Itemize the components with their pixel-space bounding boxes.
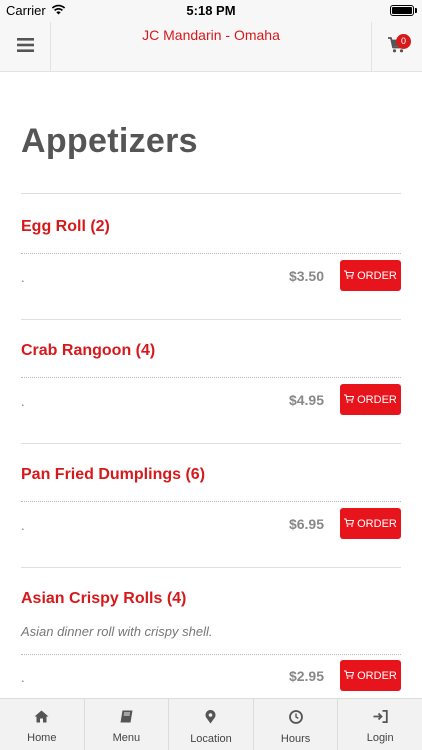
cart-plus-icon [344,394,355,406]
cart-plus-icon [344,670,355,682]
battery-icon [390,5,414,16]
item-divider [21,443,401,444]
item-price: $3.50 [288,268,324,284]
battery-tip [415,8,417,13]
item-divider [21,319,401,320]
order-button-label: ORDER [357,517,397,530]
item-dot: . [21,394,25,409]
tab-hours[interactable]: Hours [254,699,339,750]
item-price: $2.95 [288,668,324,684]
bottom-tab-bar: Home Menu Location Hours Login [0,698,422,750]
order-button-label: ORDER [357,669,397,682]
map-pin-icon [205,709,216,729]
menu-content[interactable]: Appetizers Egg Roll (2) . $3.50 ORDER Cr… [0,72,422,698]
item-description: Asian dinner roll with crispy shell. [21,624,213,639]
item-name[interactable]: Egg Roll (2) [21,218,110,236]
tab-label: Hours [280,733,311,745]
item-dot: . [21,670,25,685]
item-divider [21,567,401,568]
book-icon [119,710,134,728]
order-button[interactable]: ORDER [340,384,401,415]
order-button[interactable]: ORDER [340,508,401,539]
dotted-divider [21,377,401,378]
tab-login[interactable]: Login [338,699,422,750]
tab-location[interactable]: Location [169,699,254,750]
clock-icon [288,710,303,729]
tab-label: Menu [112,732,141,744]
item-name[interactable]: Asian Crispy Rolls (4) [21,590,186,608]
cart-plus-icon [344,270,355,282]
category-divider [21,193,401,194]
home-icon [34,710,49,728]
dotted-divider [21,501,401,502]
item-name[interactable]: Crab Rangoon (4) [21,342,155,360]
item-dot: . [21,270,25,285]
cart-count-badge: 0 [396,34,411,49]
tab-label: Login [366,732,394,744]
category-title: Appetizers [21,122,198,160]
restaurant-title[interactable]: JC Mandarin - Omaha [51,27,371,43]
tab-label: Location [190,733,232,745]
item-price: $4.95 [288,392,324,408]
app-header: JC Mandarin - Omaha 0 [0,22,422,72]
cart-button[interactable]: 0 [371,22,422,72]
status-time: 5:18 PM [186,3,236,18]
login-icon [373,709,388,728]
cart-plus-icon [344,518,355,530]
tab-menu[interactable]: Menu [85,699,170,750]
order-button[interactable]: ORDER [340,660,401,691]
status-bar: Carrier 5:18 PM [0,0,422,22]
hamburger-menu-icon [16,37,34,57]
tab-home[interactable]: Home [0,699,85,750]
order-button-label: ORDER [357,393,397,406]
order-button[interactable]: ORDER [340,260,401,291]
dotted-divider [21,253,401,254]
menu-button[interactable] [0,22,51,72]
item-price: $6.95 [288,516,324,532]
dotted-divider [21,654,401,655]
item-name[interactable]: Pan Fried Dumplings (6) [21,466,205,484]
tab-label: Home [27,732,57,744]
item-dot: . [21,518,25,533]
order-button-label: ORDER [357,269,397,282]
